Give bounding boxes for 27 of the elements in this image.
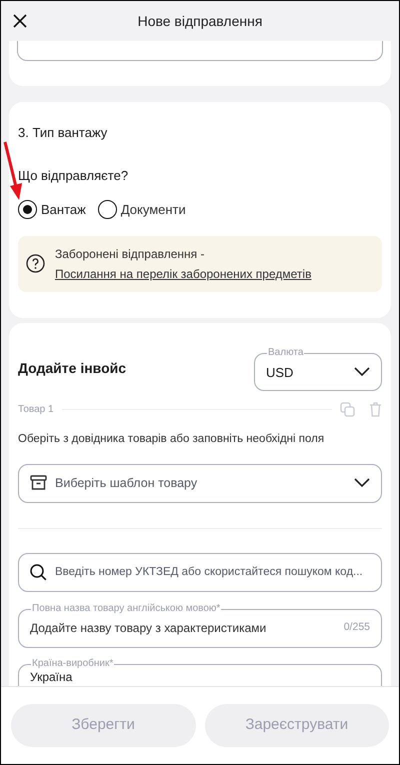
help-icon: [26, 254, 45, 273]
character-counter: 0/255: [344, 620, 370, 636]
section-title: Додайте інвойс: [18, 359, 126, 378]
notice-text: Заборонені відправлення - Посилання на перелік заборонених предметів: [55, 246, 312, 282]
section-title: 3. Тип вантажу: [18, 124, 108, 141]
close-icon[interactable]: [13, 14, 27, 28]
item-label: Товар 1: [18, 402, 54, 416]
field-label: Валюта: [267, 346, 304, 358]
code-search-field[interactable]: Введіть номер УКТЗЕД або скористайтеся пошуком код...: [18, 552, 382, 592]
question-label: Що відправляєте?: [18, 167, 130, 184]
radio-option[interactable]: Документи: [98, 200, 186, 220]
radio-option[interactable]: Вантаж: [18, 200, 86, 220]
prohibited-items-link[interactable]: Посилання на перелік заборонених предметів: [55, 266, 312, 280]
hint-text: Оберіть з довідника товарів або заповніть необхідні поля: [18, 432, 326, 446]
template-select[interactable]: Виберіть шаблон товару: [18, 464, 382, 503]
text-field[interactable]: [17, 41, 383, 61]
chevron-down-icon: [354, 366, 370, 376]
chevron-down-icon: [354, 478, 370, 488]
radio-label: Документи: [120, 201, 186, 219]
field-label: Повна назва товару англійською мовою*: [31, 602, 222, 615]
window-title: Нове відправлення: [136, 12, 264, 31]
radio-label: Вантаж: [41, 201, 86, 219]
archive-box-icon: [30, 475, 47, 492]
radio-button[interactable]: [98, 200, 117, 220]
radio-button[interactable]: [18, 200, 37, 220]
search-icon: [30, 564, 47, 581]
field-label: Країна-виробник*: [31, 658, 114, 670]
